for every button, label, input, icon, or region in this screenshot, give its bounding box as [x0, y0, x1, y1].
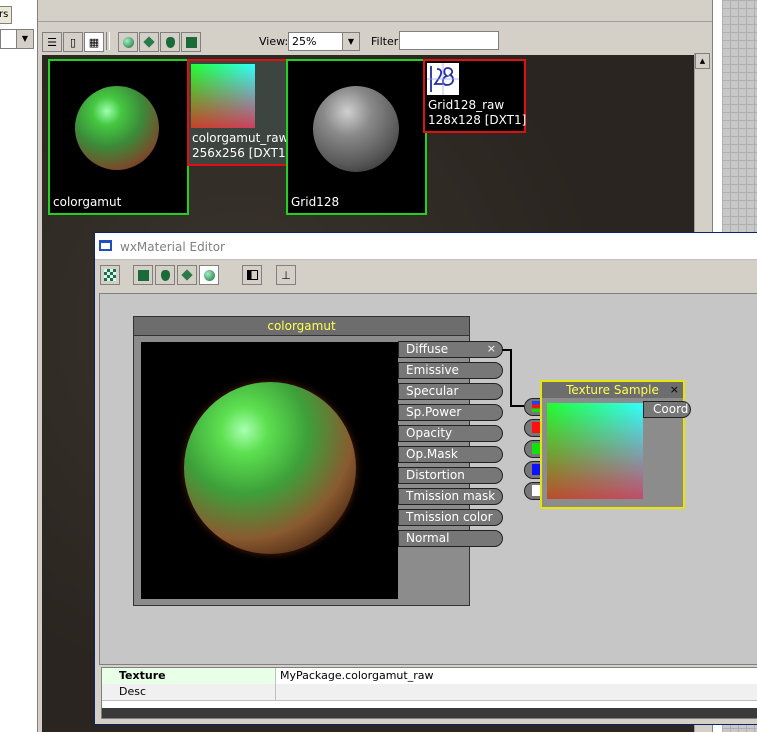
plane-prim-icon[interactable]: [181, 32, 201, 52]
texture-preview: [191, 64, 255, 128]
cylinder-prim-icon[interactable]: [160, 32, 180, 52]
scroll-up-arrow-icon[interactable]: ▲: [695, 53, 710, 69]
thumbnail-info: 128x128 [DXT1]: [428, 113, 527, 127]
left-tab[interactable]: rs: [0, 6, 12, 24]
thumbnail-info: 256x256 [DXT1]: [192, 146, 291, 160]
pin-label: Coord: [653, 402, 689, 416]
filter-input[interactable]: [399, 31, 499, 50]
view-label: View:: [259, 35, 289, 48]
sphere-prim-icon[interactable]: [118, 32, 138, 52]
thumbnail-caption: Grid128: [291, 195, 340, 209]
property-name: Desc: [102, 684, 276, 700]
thumbnail-caption: Grid128_raw: [428, 98, 505, 112]
properties-panel: Texture MyPackage.colorgamut_raw Desc: [101, 667, 757, 719]
editor-title-bar[interactable]: wxMaterial Editor: [95, 233, 757, 260]
stamp-icon[interactable]: ⊥: [276, 265, 296, 285]
left-panel: rs ▼: [0, 0, 38, 732]
window-icon: [99, 240, 112, 251]
thumbnail-caption: colorgamut: [53, 195, 122, 209]
layout-icon[interactable]: [242, 265, 262, 285]
texture-sample-node[interactable]: Texture Sample × Coord: [540, 380, 691, 509]
toolbar-separator: [106, 32, 110, 50]
material-sphere-preview: [75, 86, 159, 170]
texture-preview: [547, 403, 643, 499]
property-row-desc[interactable]: Desc: [102, 684, 757, 701]
material-sphere-preview: [313, 86, 399, 172]
left-combo[interactable]: ▼: [0, 29, 34, 49]
chevron-down-icon[interactable]: ▼: [16, 30, 33, 48]
top-menu-bar: [38, 0, 720, 22]
cube-prim-icon[interactable]: [177, 265, 197, 285]
view-zoom-select[interactable]: 25% ▼: [288, 32, 360, 51]
thumbnail-caption: colorgamut_raw: [192, 131, 289, 145]
close-icon[interactable]: ×: [670, 382, 679, 398]
filter-label: Filter:: [371, 35, 402, 48]
left-tab-label: rs: [0, 9, 9, 20]
view-zoom-value: 25%: [292, 35, 317, 48]
thumbnail-grid128-raw[interactable]: Grid128_raw 128x128 [DXT1]: [423, 59, 526, 133]
texture-node-title: Texture Sample ×: [542, 382, 683, 398]
sphere-prim-icon[interactable]: [199, 265, 219, 285]
material-graph-canvas[interactable]: colorgamut Diffuse × Emissive Specular Sp…: [99, 293, 757, 665]
thumbnail-grid128[interactable]: Grid128: [286, 59, 427, 215]
cylinder-prim-icon[interactable]: [155, 265, 175, 285]
chevron-down-icon[interactable]: ▼: [342, 33, 359, 50]
cube-prim-icon[interactable]: [139, 32, 159, 52]
checker-bg-icon[interactable]: [100, 265, 120, 285]
coord-input-pin[interactable]: Coord: [643, 401, 691, 418]
property-row-texture[interactable]: Texture MyPackage.colorgamut_raw: [102, 668, 757, 685]
browser-toolbar: ☰ ▯ ▦ View: 25% ▼ Filter:: [40, 30, 720, 54]
property-name: Texture: [102, 668, 276, 684]
grid-texture-icon: [427, 63, 459, 95]
list-view-icon[interactable]: ☰: [42, 32, 62, 52]
property-value[interactable]: [278, 684, 280, 700]
properties-bottom-bar: [102, 708, 757, 718]
single-view-icon[interactable]: ▯: [63, 32, 83, 52]
texture-node-title-text: Texture Sample: [566, 383, 659, 397]
editor-toolbar: ⊥: [95, 261, 757, 291]
thumbnail-colorgamut-raw[interactable]: colorgamut_raw 256x256 [DXT1]: [187, 59, 291, 166]
grid-view-icon[interactable]: ▦: [84, 32, 104, 52]
texture-preview: [427, 63, 459, 95]
property-value[interactable]: MyPackage.colorgamut_raw: [278, 668, 433, 684]
plane-prim-icon[interactable]: [133, 265, 153, 285]
material-editor-window: wxMaterial Editor ⊥ colorgamut Diffuse × …: [94, 232, 757, 725]
editor-title: wxMaterial Editor: [120, 240, 225, 254]
thumbnail-colorgamut[interactable]: colorgamut: [48, 59, 189, 215]
